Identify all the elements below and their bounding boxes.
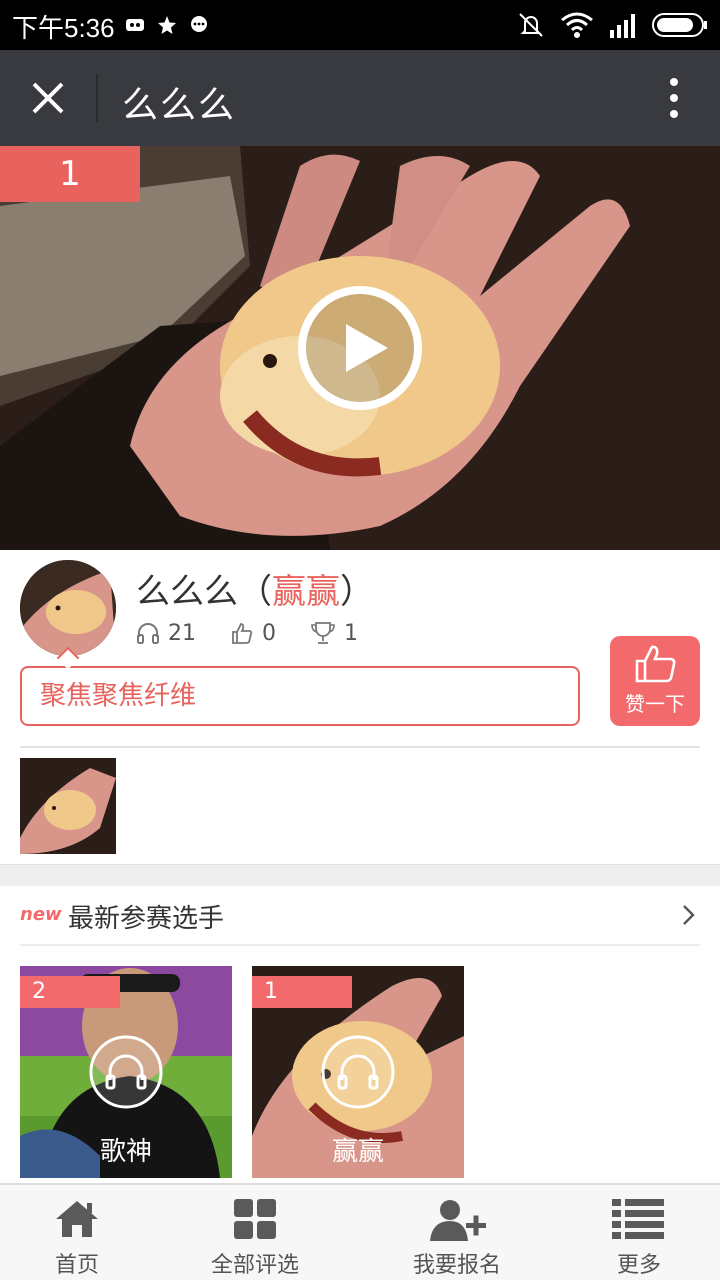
section-gap [0, 864, 720, 886]
avatar-image [20, 560, 116, 656]
paren-open: （ [238, 572, 272, 612]
listens-count: 21 [168, 620, 196, 646]
avatar[interactable] [20, 560, 116, 656]
section-title: 最新参赛选手 [68, 904, 225, 934]
listens-stat: 21 [136, 621, 196, 646]
grid-icon [234, 1199, 276, 1239]
nav-label-more: 更多 [616, 1253, 661, 1278]
headphones-icon [321, 1035, 395, 1109]
more-vertical-icon[interactable] [664, 76, 684, 120]
list-icon [612, 1199, 664, 1239]
paren-close: ） [340, 572, 374, 612]
like-button-label: 赞一下 [625, 692, 685, 716]
contestant-card[interactable]: 2 歌神 [20, 966, 232, 1178]
card-name: 歌神 [99, 1137, 152, 1167]
description-box: 聚焦聚焦纤维 [20, 666, 580, 726]
bottom-nav: 首页 全部评选 我要报名 更多 [0, 1183, 720, 1280]
chat-notification-icon [191, 16, 207, 32]
nav-item-all-selections[interactable]: 全部评选 [154, 1185, 356, 1280]
like-button[interactable]: 赞一下 [610, 636, 700, 726]
card-rank-badge: 2 [20, 976, 120, 1008]
status-time: 下午5:36 [12, 13, 115, 43]
thumbs-up-icon [635, 645, 676, 683]
mute-icon [519, 13, 543, 37]
status-icons [516, 10, 708, 40]
awards-stat: 1 [310, 620, 358, 646]
status-bar: 下午5:36 [0, 0, 720, 50]
card-name: 赢赢 [331, 1137, 384, 1167]
thumbnail-image [20, 758, 116, 854]
battery-icon [652, 13, 707, 37]
card-rank-badge: 1 [252, 976, 352, 1008]
contestant-name: 么么么（赢赢） [136, 564, 374, 613]
title-bar: 么么么 [0, 50, 720, 146]
close-icon[interactable] [24, 74, 72, 122]
title-divider [96, 74, 98, 122]
nav-item-register[interactable]: 我要报名 [356, 1185, 558, 1280]
nav-label-home: 首页 [54, 1253, 99, 1278]
new-badge: new [20, 904, 62, 925]
stats-row: 21 0 1 [136, 620, 392, 646]
nav-label-register: 我要报名 [412, 1253, 501, 1278]
home-icon [56, 1201, 98, 1237]
star-notification-icon [158, 16, 176, 34]
wifi-icon [561, 12, 593, 38]
nav-item-home[interactable]: 首页 [0, 1185, 154, 1280]
description-text: 聚焦聚焦纤维 [40, 681, 197, 711]
awards-count: 1 [344, 620, 358, 646]
signal-icon [610, 14, 635, 38]
headphones-icon [137, 623, 159, 644]
add-user-icon [430, 1200, 486, 1241]
video-rank-badge: 1 [0, 146, 140, 202]
likes-count: 0 [262, 620, 276, 646]
nav-label-all-selections: 全部评选 [210, 1253, 299, 1278]
nav-item-more[interactable]: 更多 [558, 1185, 720, 1280]
page-title: 么么么 [122, 85, 237, 126]
name-text: 么么么 [136, 572, 238, 612]
divider [20, 746, 700, 748]
headphones-icon [89, 1035, 163, 1109]
nickname: 赢赢 [272, 572, 340, 612]
media-thumbnail[interactable] [20, 758, 116, 854]
play-icon[interactable] [296, 284, 424, 412]
newest-contestants-header[interactable]: new 最新参赛选手 [20, 886, 700, 946]
video-player[interactable]: 1 [0, 146, 720, 550]
notification-icon [126, 19, 144, 31]
contestant-card[interactable]: 1 赢赢 [252, 966, 464, 1178]
likes-stat: 0 [230, 621, 276, 646]
trophy-icon [311, 622, 335, 644]
chevron-right-icon[interactable] [682, 904, 696, 926]
thumbs-up-icon [232, 623, 253, 644]
